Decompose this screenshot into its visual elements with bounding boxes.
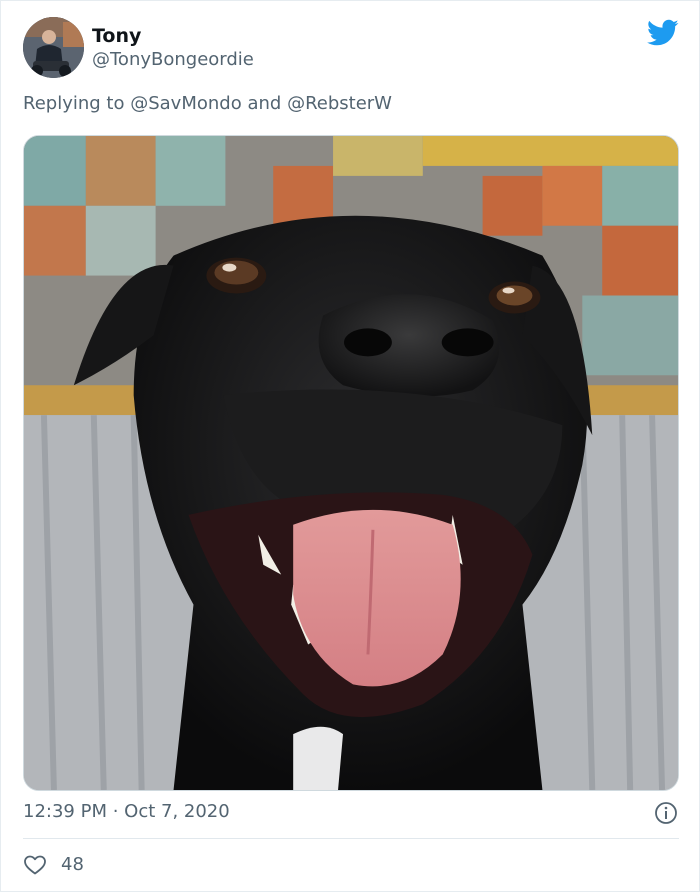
- divider: [23, 838, 679, 839]
- tweet-card: Tony @TonyBongeordie Replying to @SavMon…: [0, 0, 700, 892]
- reply-and: and: [247, 93, 282, 114]
- mention-link-1[interactable]: @SavMondo: [130, 93, 242, 114]
- user-handle[interactable]: @TonyBongeordie: [92, 49, 254, 70]
- reply-context: Replying to @SavMondo and @RebsterW: [23, 93, 392, 114]
- display-name[interactable]: Tony: [92, 25, 141, 47]
- mention-link-2[interactable]: @RebsterW: [287, 93, 392, 114]
- heart-icon[interactable]: [23, 853, 47, 877]
- tweet-timestamp[interactable]: 12:39 PM · Oct 7, 2020: [23, 801, 230, 822]
- reply-prefix: Replying to: [23, 93, 125, 114]
- twitter-bird-icon[interactable]: [647, 19, 679, 47]
- tweet-photo[interactable]: [23, 135, 679, 791]
- info-icon[interactable]: [654, 801, 678, 825]
- avatar[interactable]: [23, 17, 84, 78]
- like-count[interactable]: 48: [61, 854, 84, 875]
